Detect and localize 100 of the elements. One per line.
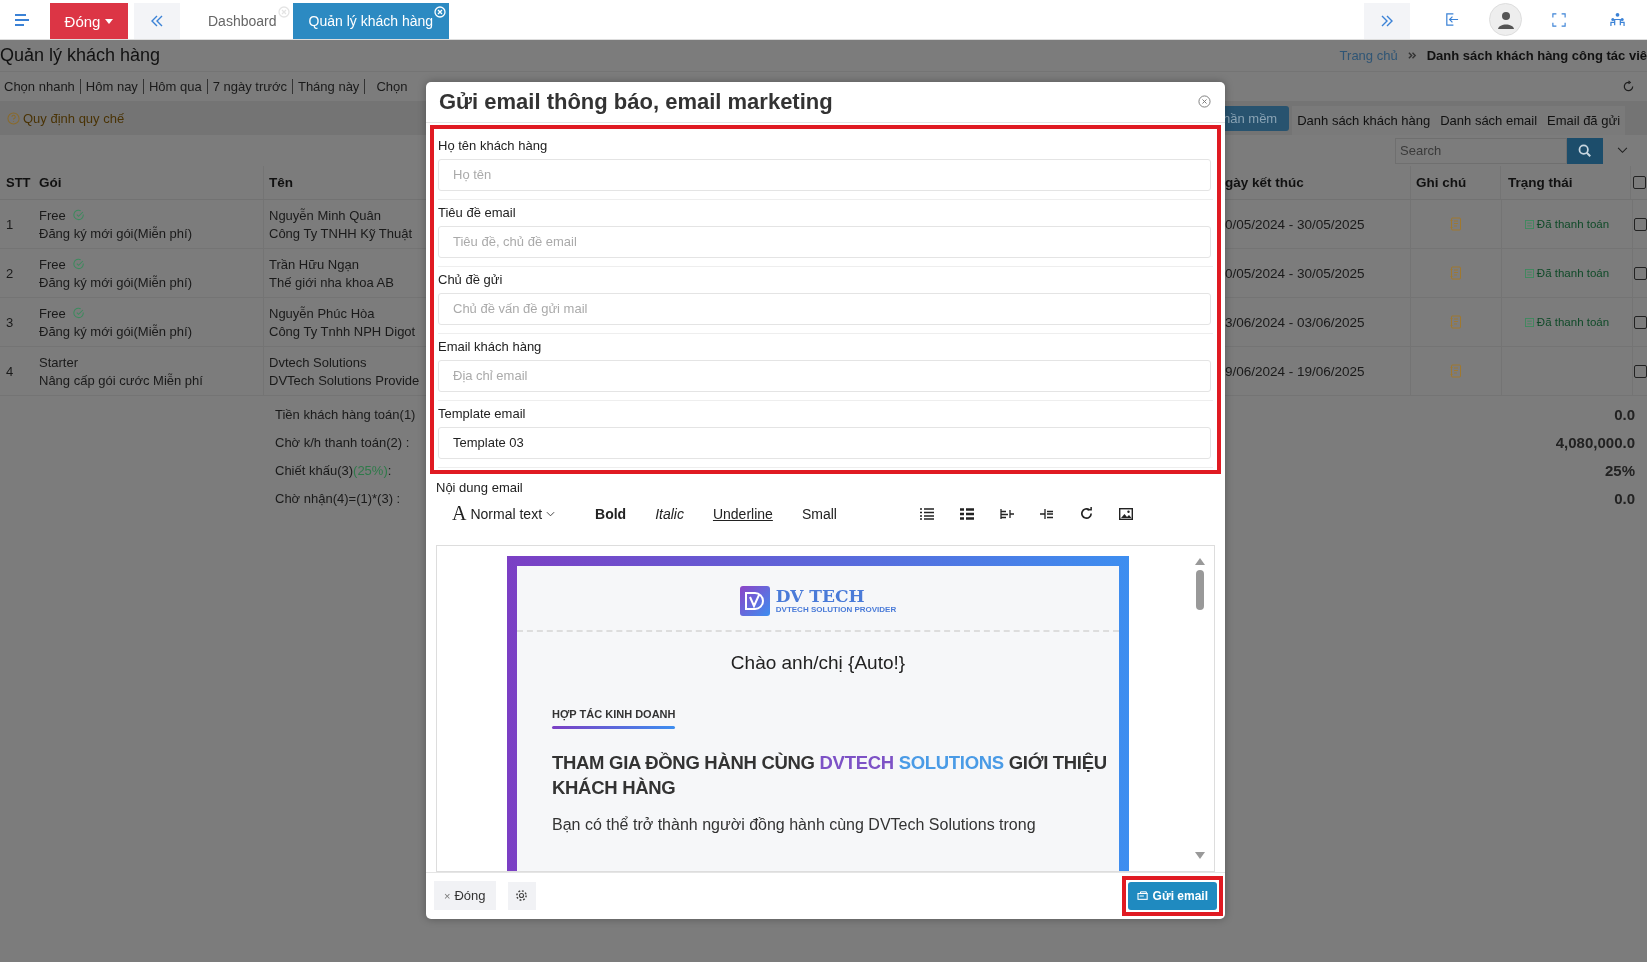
company-name: DVTech Solutions Provide xyxy=(269,372,420,388)
image-icon[interactable] xyxy=(1118,507,1133,520)
status-label: Đã thanh toán xyxy=(1524,218,1610,230)
column-header: STT xyxy=(5,174,32,192)
email-editor[interactable]: DV TECH DVTECH SOLUTION PROVIDER Chào anh/chị {Auto!} HỢP TÁC KINH DOANH THAM GIA ĐỒNG HÀNH CÙNG DVTECH SOLUTIONS GIỚI THIỆU KHÁCH HÀNG Bạn có thể trở thành người đồng hành cùng DVTech Solutions trong xyxy=(436,544,1215,872)
refresh-icon[interactable] xyxy=(1622,80,1635,93)
close-icon[interactable] xyxy=(1198,95,1211,109)
logo-tagline: DVTECH SOLUTION PROVIDER xyxy=(775,604,897,614)
quick-filter-link[interactable]: Tháng này xyxy=(297,79,366,94)
company-name: Thế giới nha khoa AB xyxy=(269,274,394,290)
tab[interactable]: Dashboard xyxy=(192,3,293,39)
package-name: Starter xyxy=(39,354,78,370)
printer-icon xyxy=(1136,890,1149,901)
customer-name: Dvtech Solutions xyxy=(269,354,367,370)
summary-label: Chờ k/h thanh toán(2) : xyxy=(274,434,410,450)
input-field[interactable]: Tiêu đề, chủ đề email xyxy=(438,225,1211,258)
date-range: 0/05/2024 - 30/05/2025 xyxy=(1225,264,1366,283)
quick-filter-link[interactable]: Chọn nhanh xyxy=(4,79,81,94)
close-dropdown-button[interactable]: Đóng xyxy=(50,3,128,39)
section-tag: HỢP TÁC KINH DOANH xyxy=(552,707,676,720)
avatar[interactable] xyxy=(1489,3,1522,36)
format-button[interactable]: Bold xyxy=(595,505,627,522)
row-checkbox[interactable] xyxy=(1633,364,1647,378)
tab[interactable]: Quản lý khách hàng xyxy=(292,3,450,39)
rules-link[interactable]: Quy định quy chế xyxy=(0,111,125,126)
input-field[interactable]: Địa chỉ email xyxy=(438,359,1211,392)
input-field[interactable]: Chủ đề vấn đề gửi mail xyxy=(438,292,1211,325)
column-header: Trạng thái xyxy=(1500,166,1630,199)
double-chevron-left-icon xyxy=(150,14,164,28)
view-tab[interactable]: Danh sách email xyxy=(1435,106,1542,135)
row-checkbox[interactable] xyxy=(1633,217,1647,231)
summary-label: Chiết khấu(3)(25%): xyxy=(274,462,392,478)
bulleted-list-icon[interactable] xyxy=(919,507,934,520)
numbered-list-icon[interactable] xyxy=(959,507,974,520)
package-name: Free xyxy=(39,256,66,272)
field-label: Email khách hàng xyxy=(438,338,543,354)
column-header: Ghi chú xyxy=(1410,166,1500,199)
double-chevron-right-icon xyxy=(1407,51,1417,60)
indent-icon[interactable] xyxy=(1039,507,1054,520)
package-note: Đăng ký mới gói(Miễn phí) xyxy=(39,225,193,241)
format-button[interactable]: Underline xyxy=(712,505,773,522)
field-label: Template email xyxy=(438,405,527,421)
email-paragraph: Bạn có thể trở thành người đồng hành cùng DVTech Solutions trong xyxy=(552,816,1037,835)
settings-icon xyxy=(515,889,528,903)
quick-filter-link[interactable]: Hôm nay xyxy=(85,79,144,94)
status-label: Đã thanh toán xyxy=(1524,316,1610,328)
close-button[interactable]: × Đóng xyxy=(434,881,496,911)
table-cell-text: 3 xyxy=(5,313,15,332)
format-button[interactable]: Small xyxy=(801,505,837,522)
fullscreen-icon[interactable] xyxy=(1552,12,1566,27)
row-checkbox[interactable] xyxy=(1633,266,1647,280)
page-title: Quản lý khách hàng xyxy=(0,45,161,66)
customer-name: Nguyễn Phúc Hòa xyxy=(269,305,375,321)
company-name: Công Ty Tnhh NPH Digot xyxy=(269,323,416,339)
format-dropdown[interactable]: A Normal text xyxy=(452,502,556,526)
company-name: Công Ty TNHH Kỹ Thuật xyxy=(269,225,413,241)
receipt-icon xyxy=(1524,268,1534,278)
greeting-text: Chào anh/chị {Auto!} xyxy=(729,651,907,674)
field-label: Tiêu đề email xyxy=(438,204,517,220)
format-button[interactable]: Italic xyxy=(655,505,684,522)
menu-icon[interactable] xyxy=(14,12,30,27)
customer-name: Trần Hữu Ngạn xyxy=(269,256,359,272)
package-name: Free xyxy=(39,207,66,223)
chevron-down-icon[interactable] xyxy=(1617,147,1628,154)
field-label: Nội dung email xyxy=(436,479,524,495)
row-checkbox[interactable] xyxy=(1633,315,1647,329)
date-range: 0/05/2024 - 30/05/2025 xyxy=(1225,215,1366,234)
quick-filter-link[interactable]: 7 ngày trước xyxy=(212,79,293,94)
quick-filter-link[interactable]: Hôm qua xyxy=(148,79,208,94)
summary-value: 0.0 xyxy=(1614,405,1635,423)
double-chevron-right-icon xyxy=(1380,14,1394,28)
package-note: Đăng ký mới gói(Miễn phí) xyxy=(39,323,193,339)
send-email-button[interactable]: Gửi email xyxy=(1127,881,1217,910)
status-label: Đã thanh toán xyxy=(1524,267,1610,279)
view-tab[interactable]: Email đã gửi xyxy=(1542,106,1626,135)
input-field[interactable]: Họ tên xyxy=(438,158,1211,191)
email-heading: THAM GIA ĐỒNG HÀNH CÙNG DVTECH SOLUTIONS GIỚI THIỆU KHÁCH HÀNG xyxy=(552,750,1108,800)
package-name: Free xyxy=(39,305,66,321)
logout-icon[interactable] xyxy=(1444,12,1459,27)
settings-button[interactable] xyxy=(507,881,536,910)
dialog-title: Gửi email thông báo, email marketing xyxy=(439,88,833,115)
date-range: 9/06/2024 - 19/06/2025 xyxy=(1225,362,1366,381)
outdent-icon[interactable] xyxy=(999,507,1014,520)
people-icon[interactable] xyxy=(1610,12,1625,27)
column-header: Gói xyxy=(38,166,264,199)
column-header: Tên xyxy=(268,174,294,192)
quick-filter-link[interactable]: Chọn xyxy=(376,79,413,94)
receipt-icon xyxy=(1524,317,1534,327)
summary-value: 4,080,000.0 xyxy=(1555,433,1635,451)
scrollbar[interactable] xyxy=(1194,557,1206,859)
summary-label: Chờ nhận(4)=(1)*(3) : xyxy=(274,490,401,506)
view-tab[interactable]: Danh sách khách hàng xyxy=(1292,106,1436,135)
search-button[interactable] xyxy=(1567,137,1603,164)
redo-icon[interactable] xyxy=(1079,507,1093,521)
select-all-checkbox[interactable] xyxy=(1632,176,1646,189)
search-field[interactable]: Search xyxy=(1395,137,1567,164)
input-field[interactable]: Template 03 xyxy=(438,426,1211,459)
column-header: gày kết thúc xyxy=(1225,174,1305,192)
customer-name: Nguyễn Minh Quân xyxy=(269,207,381,223)
chevron-down-icon xyxy=(546,510,556,517)
